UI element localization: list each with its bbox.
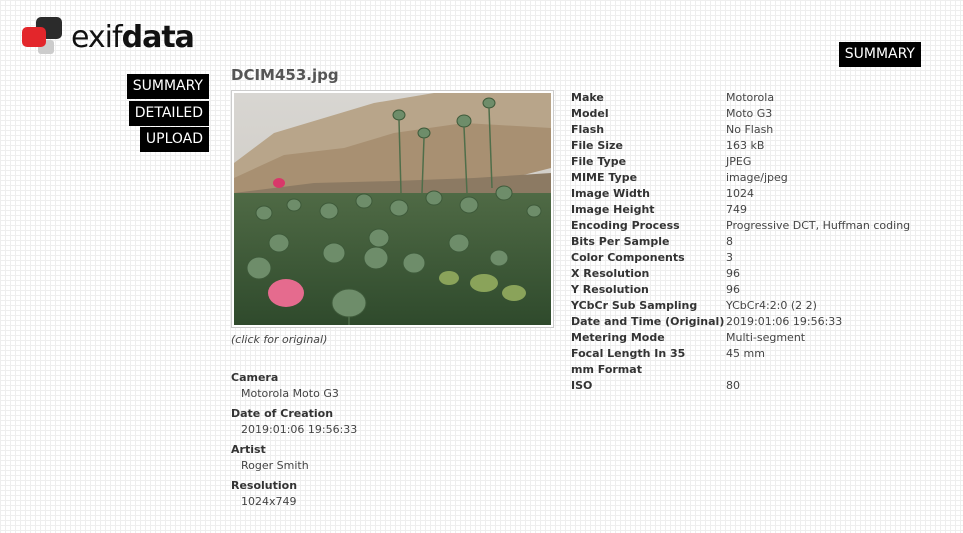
- exif-row: Model Moto G3: [571, 106, 951, 122]
- logo-text: exifdata: [71, 20, 195, 55]
- exif-value: 80: [726, 379, 740, 392]
- exif-key: MIME Type: [571, 171, 638, 184]
- nav-detailed-button[interactable]: DETAILED: [128, 100, 209, 126]
- summary-label: Resolution: [231, 479, 298, 492]
- summary-value: Roger Smith: [241, 459, 309, 472]
- exif-key: Y Resolution: [571, 283, 649, 296]
- exif-value: 1024: [726, 187, 754, 200]
- file-name-heading: DCIM453.jpg: [231, 66, 339, 84]
- logo[interactable]: exifdata: [22, 17, 195, 57]
- exif-row: Encoding Process Progressive DCT, Huffman…: [571, 218, 951, 234]
- exif-key: Color Components: [571, 251, 685, 264]
- exif-key: Date and Time (Original): [571, 315, 725, 328]
- exif-row: Image Width 1024: [571, 186, 951, 202]
- exif-row: Image Height 749: [571, 202, 951, 218]
- photo-thumbnail[interactable]: [231, 90, 554, 328]
- summary-value: 1024x749: [241, 495, 297, 508]
- exif-value: 163 kB: [726, 139, 765, 152]
- exif-value: No Flash: [726, 123, 774, 136]
- exif-row: Flash No Flash: [571, 122, 951, 138]
- exif-value: Multi-segment: [726, 331, 806, 344]
- exif-row: Metering Mode Multi-segment: [571, 330, 951, 346]
- exif-row: Make Motorola: [571, 90, 951, 106]
- exif-key: File Type: [571, 155, 627, 168]
- exif-key: Model: [571, 107, 609, 120]
- exif-value: JPEG: [726, 155, 752, 168]
- poppy-field-image: [234, 93, 551, 325]
- exif-value: Motorola: [726, 91, 775, 104]
- exif-row: ISO 80: [571, 378, 951, 394]
- exif-value: 45 mm: [726, 347, 765, 360]
- summary-resolution: Resolution 1024x749: [231, 478, 551, 510]
- exif-key: Metering Mode: [571, 331, 665, 344]
- exif-value: YCbCr4:2:0 (2 2): [726, 299, 817, 312]
- summary-label: Camera: [231, 371, 279, 384]
- exif-row: MIME Type image/jpeg: [571, 170, 951, 186]
- exif-value: 2019:01:06 19:56:33: [726, 315, 843, 328]
- exif-key: Image Width: [571, 187, 651, 200]
- summary-artist: Artist Roger Smith: [231, 442, 551, 474]
- summary-label: Date of Creation: [231, 407, 334, 420]
- exif-key: Image Height: [571, 203, 655, 216]
- exif-value: Progressive DCT, Huffman coding: [726, 219, 911, 232]
- exif-row: YCbCr Sub Sampling YCbCr4:2:0 (2 2): [571, 298, 951, 314]
- exif-key: Focal Length In 35 mm Format: [571, 347, 686, 376]
- nav-upload-button[interactable]: UPLOAD: [139, 127, 209, 152]
- summary-date: Date of Creation 2019:01:06 19:56:33: [231, 406, 551, 438]
- exif-key: X Resolution: [571, 267, 650, 280]
- nav-summary-button[interactable]: SUMMARY: [126, 74, 209, 99]
- exif-row: File Size 163 kB: [571, 138, 951, 154]
- logo-mark-icon: [22, 17, 62, 54]
- exif-key: File Size: [571, 139, 623, 152]
- exif-table: Make Motorola Model Moto G3 Flash No Flash Fil…: [571, 90, 951, 394]
- summary-value: Motorola Moto G3: [241, 387, 339, 400]
- click-for-original-link[interactable]: (click for original): [231, 333, 327, 346]
- exif-row: Focal Length In 35 mm Format 45 mm: [571, 346, 951, 378]
- exif-value: 8: [726, 235, 733, 248]
- summary-camera: Camera Motorola Moto G3: [231, 370, 551, 402]
- exif-row: Y Resolution 96: [571, 282, 951, 298]
- exif-row: Bits Per Sample 8: [571, 234, 951, 250]
- exif-key: Flash: [571, 123, 605, 136]
- exif-value: 96: [726, 283, 740, 296]
- exif-row: Color Components 3: [571, 250, 951, 266]
- exif-value: image/jpeg: [726, 171, 788, 184]
- summary-label: Artist: [231, 443, 266, 456]
- top-summary-button[interactable]: SUMMARY: [838, 42, 921, 67]
- side-nav: SUMMARY DETAILED UPLOAD: [126, 74, 209, 154]
- exif-row: File Type JPEG: [571, 154, 951, 170]
- exif-value: Moto G3: [726, 107, 773, 120]
- exif-key: Make: [571, 91, 604, 104]
- exif-key: Bits Per Sample: [571, 235, 670, 248]
- exif-value: 96: [726, 267, 740, 280]
- exif-key: Encoding Process: [571, 219, 680, 232]
- exif-key: ISO: [571, 379, 593, 392]
- summary-value: 2019:01:06 19:56:33: [241, 423, 358, 436]
- exif-row: X Resolution 96: [571, 266, 951, 282]
- exif-value: 3: [726, 251, 733, 264]
- exif-key: YCbCr Sub Sampling: [571, 299, 698, 312]
- exif-row: Date and Time (Original) 2019:01:06 19:56…: [571, 314, 951, 330]
- summary-list: Camera Motorola Moto G3 Date of Creation…: [231, 370, 551, 514]
- exif-value: 749: [726, 203, 747, 216]
